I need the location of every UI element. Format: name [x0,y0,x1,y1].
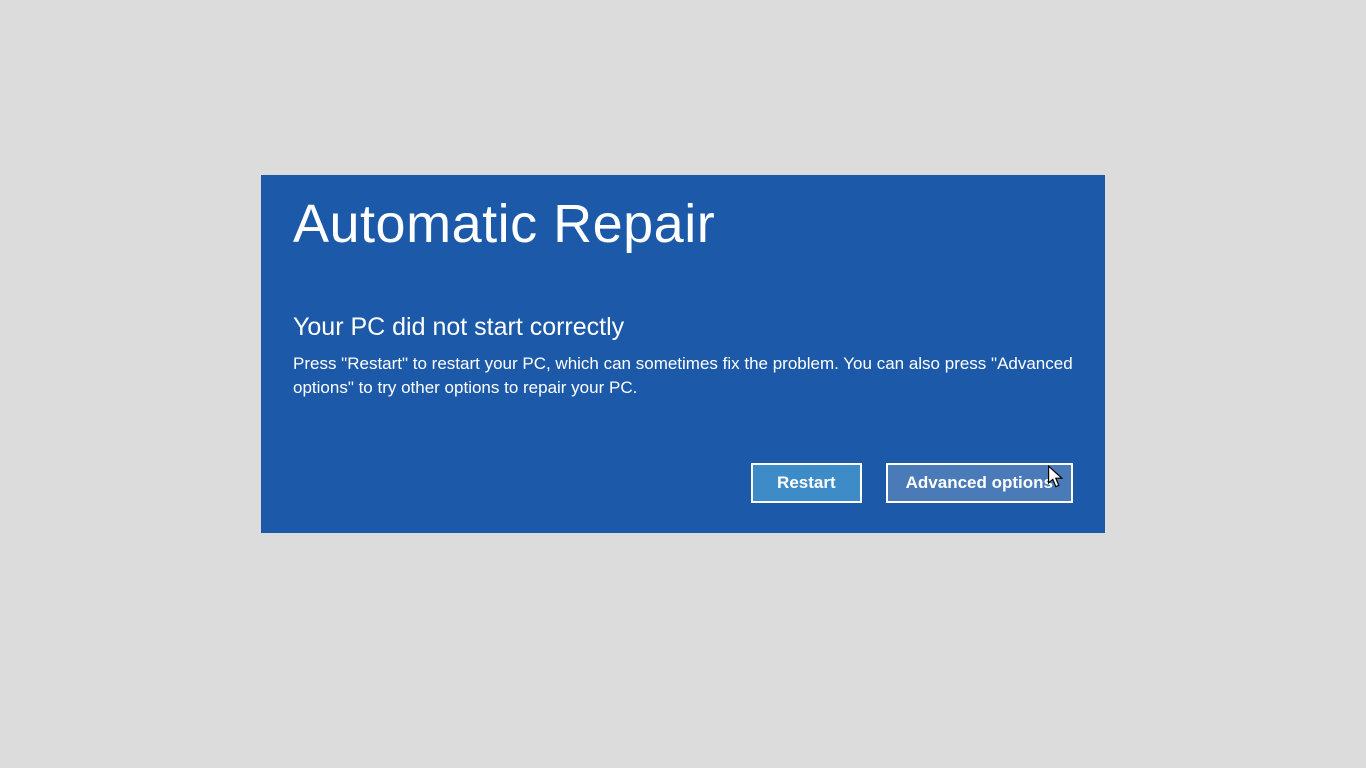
restart-button[interactable]: Restart [751,463,862,503]
error-subtitle: Your PC did not start correctly [293,313,1073,342]
advanced-options-button[interactable]: Advanced options [886,463,1073,503]
error-description: Press "Restart" to restart your PC, whic… [293,352,1073,400]
page-title: Automatic Repair [293,193,1073,255]
automatic-repair-panel: Automatic Repair Your PC did not start c… [261,175,1105,533]
button-row: Restart Advanced options [751,463,1073,503]
